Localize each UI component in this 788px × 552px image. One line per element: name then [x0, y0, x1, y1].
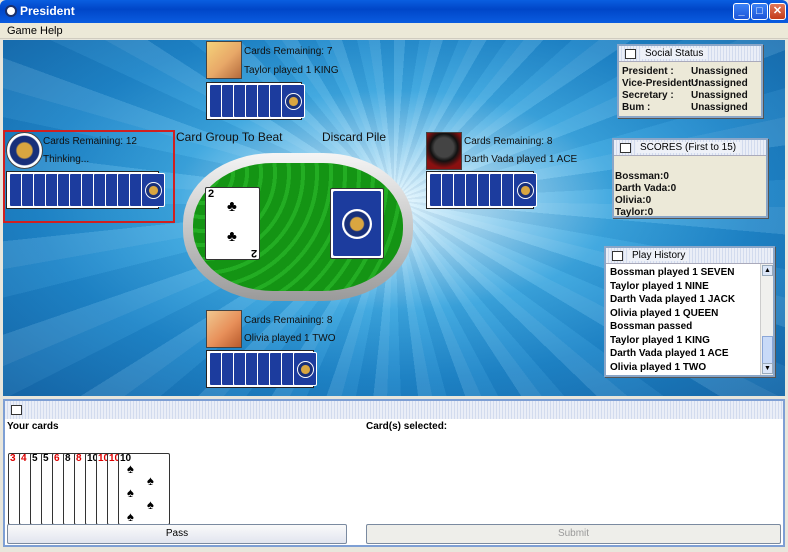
darth-vada-cards-remaining: Cards Remaining: 8 [464, 136, 553, 147]
card-rank: 8 [76, 453, 82, 464]
card-back [141, 173, 165, 207]
taylor-avatar [206, 41, 242, 79]
card-rank: 5 [43, 453, 49, 464]
president-label: President : [622, 66, 674, 77]
history-item: Taylor played 1 KING [610, 334, 710, 346]
spade-pip-icon: ♠ [127, 485, 134, 500]
taylor-status: Taylor played 1 KING [244, 65, 339, 76]
scroll-down-button[interactable]: ▼ [762, 363, 773, 374]
history-item: Bossman played 1 SEVEN [610, 267, 735, 278]
cards-selected-label: Card(s) selected: [366, 421, 448, 432]
olivia-avatar [206, 310, 242, 348]
minimize-button[interactable]: _ [733, 3, 750, 20]
darth-vada-hand [426, 171, 537, 209]
menu-bar: Game Help [0, 23, 788, 39]
scroll-thumb[interactable] [762, 336, 773, 364]
social-status-title: Social Status [641, 48, 708, 59]
score-olivia: Olivia:0 [615, 195, 652, 206]
card-back [513, 173, 537, 207]
app-icon [5, 5, 17, 17]
card-rank: 5 [32, 453, 38, 464]
card-rank: 3 [10, 453, 16, 464]
card-back [281, 84, 305, 118]
darth-vada-avatar [426, 132, 462, 170]
presidential-seal-icon [297, 361, 314, 378]
card-rank: 2 [208, 188, 215, 200]
card-rank: 6 [54, 453, 60, 464]
hand-card[interactable]: 10 ♠ ♠ ♠ ♠ ♠ [118, 453, 170, 525]
history-item: Darth Vada played 1 ACE [610, 348, 729, 359]
panel-icon [625, 49, 636, 59]
spade-pip-icon: ♠ [127, 461, 134, 476]
bossman-seal-avatar [6, 132, 43, 169]
olivia-hand [206, 350, 317, 388]
taylor-cards-remaining: Cards Remaining: 7 [244, 46, 333, 57]
spade-pip-icon: ♠ [147, 473, 154, 488]
panel-icon [612, 251, 623, 261]
bum-value: Unassigned [691, 102, 748, 113]
discard-pile-label: Discard Pile [322, 130, 387, 144]
history-item: Taylor played 1 NINE [610, 280, 709, 292]
panel-icon [620, 143, 631, 153]
menu-help[interactable]: Help [40, 25, 63, 37]
bossman-hand [6, 171, 165, 209]
vice-president-value: Unassigned [691, 78, 748, 89]
hand-panel: Your cards Card(s) selected: 3 4 5 5 6 8 8 10 10… [3, 399, 785, 547]
discard-pile-card [330, 188, 384, 259]
scores-title: SCORES (First to 15) [636, 142, 741, 153]
vice-president-label: Vice-President : [622, 78, 698, 89]
history-scrollbar[interactable]: ▲ ▼ [760, 264, 773, 375]
history-item: Darth Vada played 1 JACK [610, 294, 736, 305]
game-table: Cards Remaining: 7 Taylor played 1 KING … [3, 40, 785, 396]
your-cards-label: Your cards [7, 421, 59, 432]
pass-button[interactable]: Pass [7, 524, 347, 544]
president-value: Unassigned [691, 66, 748, 77]
presidential-seal-icon [145, 182, 162, 199]
presidential-seal-icon [517, 182, 534, 199]
taylor-hand [206, 82, 305, 120]
panel-icon [11, 405, 22, 415]
spade-pip-icon: ♠ [147, 497, 154, 512]
card-rank: 8 [65, 453, 71, 464]
history-item: Bossman passed [610, 321, 693, 332]
olivia-cards-remaining: Cards Remaining: 8 [244, 315, 333, 326]
score-taylor: Taylor:0 [615, 207, 654, 218]
darth-vada-status: Darth Vada played 1 ACE [464, 154, 578, 165]
history-item: Olivia played 1 TWO [610, 361, 707, 373]
close-button[interactable]: ✕ [769, 3, 786, 20]
menu-game[interactable]: Game [7, 25, 37, 37]
bossman-status: Thinking... [43, 154, 90, 165]
card-rank-bottom: 2 [250, 247, 257, 259]
scores-panel: SCORES (First to 15) Bossman:0 Darth Vad… [612, 138, 768, 218]
score-darth-vada: Darth Vada:0 [615, 183, 677, 194]
card-to-beat: 2 ♣ ♣ 2 [205, 187, 260, 260]
history-list: Bossman played 1 SEVEN Taylor played 1 N… [608, 266, 759, 373]
spade-pip-icon: ♠ [127, 509, 134, 524]
history-item: Olivia played 1 QUEEN [610, 307, 719, 319]
social-status-panel: Social Status President : Unassigned Vic… [617, 44, 763, 118]
card-back [293, 352, 317, 386]
secretary-value: Unassigned [691, 90, 748, 101]
play-history-panel: Play History Bossman played 1 SEVEN Tayl… [604, 246, 775, 377]
scroll-up-button[interactable]: ▲ [762, 265, 773, 276]
maximize-button[interactable]: □ [751, 3, 768, 20]
title-bar: President _ □ ✕ [0, 0, 788, 23]
card-group-label: Card Group To Beat [176, 130, 283, 144]
play-history-title: Play History [628, 250, 690, 261]
bossman-cards-remaining: Cards Remaining: 12 [43, 136, 137, 147]
presidential-seal-icon [285, 93, 302, 110]
card-suit-bottom: ♣ [227, 228, 237, 245]
window-title: President [20, 4, 75, 18]
olivia-status: Olivia played 1 TWO [244, 333, 336, 344]
submit-button[interactable]: Submit [366, 524, 781, 544]
presidential-seal-icon [342, 209, 372, 239]
score-bossman: Bossman:0 [615, 171, 669, 182]
card-suit-top: ♣ [227, 198, 237, 215]
card-rank: 4 [21, 453, 27, 464]
secretary-label: Secretary : [622, 90, 674, 101]
bum-label: Bum : [622, 102, 651, 113]
